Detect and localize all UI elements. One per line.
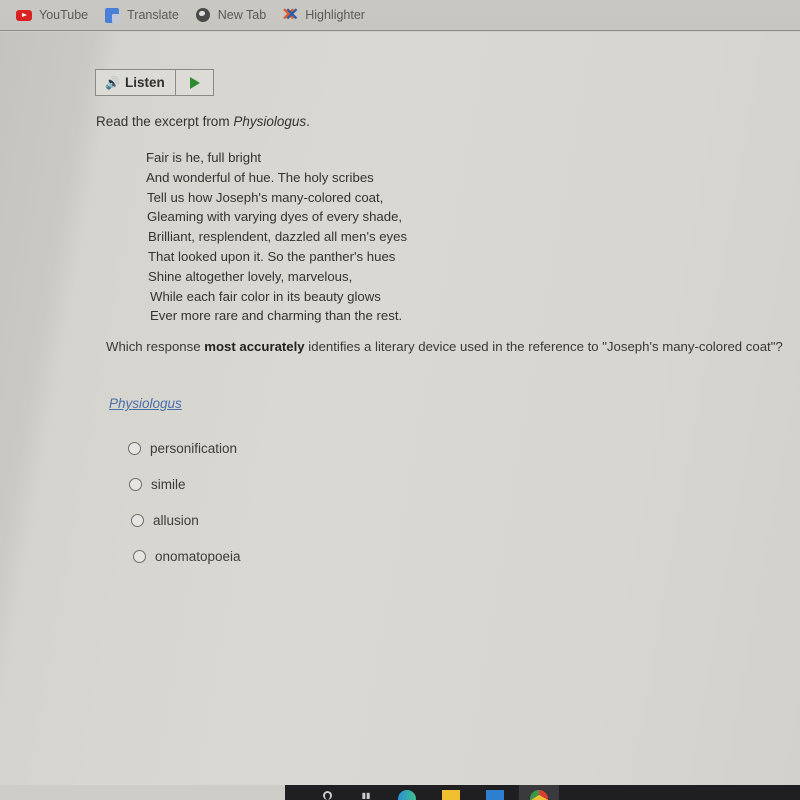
bookmark-label: YouTube (39, 8, 89, 22)
file-explorer-icon[interactable] (441, 788, 461, 800)
edge-icon[interactable] (397, 788, 417, 800)
bookmark-highlighter[interactable]: ✕ ✕ Highlighter (281, 5, 365, 24)
listen-label: Listen (124, 75, 165, 90)
poem-excerpt: Fair is he, full bright And wonderful of… (146, 148, 407, 326)
option-label: simile (151, 476, 186, 492)
poem-line: That looked upon it. So the panther's hu… (148, 248, 396, 264)
poem-line: Gleaming with varying dyes of every shad… (147, 209, 403, 225)
poem-line: Fair is he, full bright (146, 150, 262, 165)
intro-title: Physiologus (233, 114, 307, 129)
mail-icon[interactable] (485, 788, 505, 800)
youtube-icon (16, 7, 32, 23)
task-view-icon[interactable]: ▮▮ (359, 788, 373, 800)
play-icon (189, 76, 200, 89)
source-link[interactable]: Physiologus (109, 396, 182, 411)
option-label: personification (150, 440, 238, 456)
answer-option-allusion[interactable]: allusion (128, 502, 241, 538)
bookmark-label: Highlighter (305, 8, 365, 22)
answer-option-onomatopoeia[interactable]: onomatopoeia (128, 538, 241, 574)
bookmark-new-tab[interactable]: New Tab (195, 7, 266, 23)
poem-line: Brilliant, resplendent, dazzled all men'… (148, 229, 408, 245)
radio-button[interactable] (131, 513, 144, 527)
bookmarks-bar: YouTube Translate New Tab ✕ ✕ Highlighter (0, 0, 800, 31)
speaker-icon: 🔊 (105, 75, 120, 90)
answer-option-personification[interactable]: personification (128, 430, 241, 466)
question-prompt: Which response most accurately identifie… (106, 332, 786, 361)
answer-option-simile[interactable]: simile (128, 466, 241, 502)
search-icon[interactable] (315, 788, 339, 800)
option-label: allusion (153, 512, 199, 528)
intro-punct: . (306, 114, 310, 129)
question-emphasis: most accurately (204, 339, 305, 354)
poem-line: Ever more rare and charming than the res… (150, 308, 403, 324)
bookmark-translate[interactable]: Translate (104, 7, 179, 23)
bookmark-label: Translate (127, 8, 179, 22)
poem-line: While each fair color in its beauty glow… (150, 288, 381, 304)
play-button[interactable] (176, 70, 213, 95)
question-page: 🔊 Listen Read the excerpt from Physiolog… (0, 32, 800, 785)
globe-icon (195, 7, 211, 23)
chrome-icon[interactable] (519, 785, 559, 800)
poem-line: Tell us how Joseph's many-colored coat, (147, 189, 384, 205)
taskbar: ▮▮ (285, 785, 800, 800)
translate-icon (104, 7, 121, 23)
answer-options: personification simile allusion onomatop… (128, 430, 241, 574)
question-text: Which response (106, 339, 205, 354)
question-text-end: identifies a literary device used in the… (304, 339, 783, 354)
poem-line: Shine altogether lovely, marvelous, (148, 268, 353, 284)
radio-button[interactable] (133, 549, 146, 563)
listen-button[interactable]: 🔊 Listen (96, 70, 176, 95)
highlighter-icon: ✕ ✕ (281, 5, 299, 24)
excerpt-intro: Read the excerpt from Physiologus. (96, 114, 310, 129)
text-to-speech-toolbar: 🔊 Listen (95, 69, 214, 96)
radio-button[interactable] (129, 477, 142, 491)
intro-text: Read the excerpt from (96, 114, 234, 129)
bookmark-youtube[interactable]: YouTube (16, 7, 88, 23)
poem-line: And wonderful of hue. The holy scribes (146, 169, 374, 185)
radio-button[interactable] (128, 441, 141, 455)
option-label: onomatopoeia (155, 548, 241, 564)
bookmark-label: New Tab (217, 8, 267, 22)
